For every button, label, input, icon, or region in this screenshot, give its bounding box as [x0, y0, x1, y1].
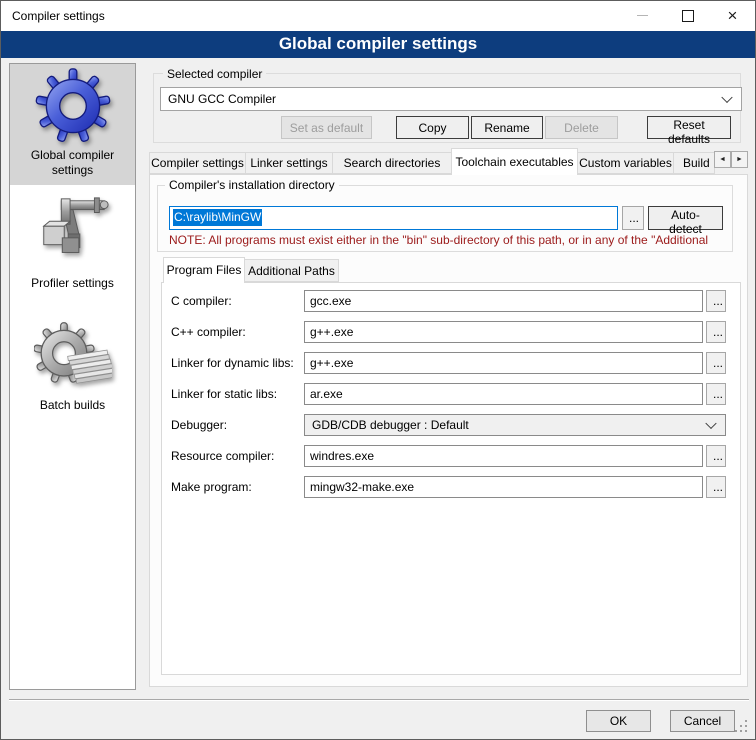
browse-button[interactable]: ...	[706, 321, 726, 343]
footer-divider	[9, 699, 749, 700]
compiler-combobox-value: GNU GCC Compiler	[168, 88, 276, 110]
browse-button[interactable]: ...	[706, 445, 726, 467]
reset-defaults-button[interactable]: Reset defaults	[647, 116, 731, 139]
titlebar: Compiler settings ×	[1, 1, 755, 31]
dynamic-linker-input[interactable]	[304, 352, 703, 374]
rename-button[interactable]: Rename	[471, 116, 543, 139]
sidebar-item-label: Batch builds	[10, 398, 135, 413]
browse-button[interactable]: ...	[706, 290, 726, 312]
field-label: Linker for static libs:	[171, 383, 301, 405]
minimize-icon	[637, 15, 648, 16]
browse-button[interactable]: ...	[706, 383, 726, 405]
browse-button[interactable]: ...	[706, 476, 726, 498]
maximize-icon	[682, 10, 694, 22]
set-as-default-button: Set as default	[281, 116, 372, 139]
ok-button[interactable]: OK	[586, 710, 651, 732]
installation-directory-group-label: Compiler's installation directory	[165, 178, 339, 192]
browse-button[interactable]: ...	[706, 352, 726, 374]
cpp-compiler-input[interactable]	[304, 321, 703, 343]
static-linker-input[interactable]	[304, 383, 703, 405]
resource-compiler-input[interactable]	[304, 445, 703, 467]
auto-detect-button[interactable]: Auto-detect	[648, 206, 723, 230]
settings-category-list: Global compiler settings Profiler settin…	[9, 63, 136, 690]
page-title: Global compiler settings	[1, 31, 755, 58]
debugger-combobox[interactable]: GDB/CDB debugger : Default	[304, 414, 726, 436]
sidebar-item-label: Global compiler settings	[10, 148, 135, 178]
copy-button[interactable]: Copy	[396, 116, 469, 139]
minimize-button	[620, 1, 665, 30]
tab-compiler-settings[interactable]: Compiler settings	[149, 152, 246, 174]
tab-build-options[interactable]: Build	[673, 152, 715, 174]
tab-toolchain-executables[interactable]: Toolchain executables	[451, 148, 578, 175]
selected-compiler-group-label: Selected compiler	[163, 67, 266, 81]
field-label: C compiler:	[171, 290, 301, 312]
tab-custom-variables[interactable]: Custom variables	[577, 152, 674, 174]
install-dir-selected-text: C:\raylib\MinGW	[173, 209, 262, 226]
subtab-program-files[interactable]: Program Files	[163, 257, 245, 283]
install-dir-input[interactable]: C:\raylib\MinGW	[169, 206, 618, 230]
subtab-additional-paths[interactable]: Additional Paths	[244, 259, 339, 282]
field-label: Resource compiler:	[171, 445, 301, 467]
field-label: Linker for dynamic libs:	[171, 352, 301, 374]
chevron-down-icon	[721, 92, 732, 103]
cancel-button[interactable]: Cancel	[670, 710, 735, 732]
close-button[interactable]: ×	[710, 1, 755, 30]
maximize-button[interactable]	[665, 1, 710, 30]
field-label: Debugger:	[171, 414, 301, 436]
window-title: Compiler settings	[12, 1, 105, 31]
make-program-input[interactable]	[304, 476, 703, 498]
compiler-combobox[interactable]: GNU GCC Compiler	[160, 87, 742, 111]
note-text: NOTE: All programs must exist either in …	[169, 233, 741, 248]
resize-grip[interactable]	[745, 730, 747, 732]
field-label: C++ compiler:	[171, 321, 301, 343]
c-compiler-input[interactable]	[304, 290, 703, 312]
tab-search-directories[interactable]: Search directories	[332, 152, 452, 174]
tab-scroll-right-icon[interactable]: ►	[731, 151, 748, 168]
tab-linker-settings[interactable]: Linker settings	[245, 152, 333, 174]
sidebar-item-label: Profiler settings	[10, 276, 135, 291]
caliper-icon	[34, 192, 112, 272]
compiler-settings-dialog: Compiler settings × Global compiler sett…	[0, 0, 756, 740]
field-label: Make program:	[171, 476, 301, 498]
install-dir-browse-button[interactable]: ...	[622, 206, 644, 230]
close-icon: ×	[728, 7, 738, 24]
blue-gear-icon	[35, 68, 111, 144]
gray-gear-stack-icon	[34, 319, 112, 395]
debugger-combobox-value: GDB/CDB debugger : Default	[312, 415, 469, 435]
tab-scroll-left-icon[interactable]: ◄	[714, 151, 731, 168]
delete-button: Delete	[545, 116, 618, 139]
chevron-down-icon	[705, 418, 716, 429]
